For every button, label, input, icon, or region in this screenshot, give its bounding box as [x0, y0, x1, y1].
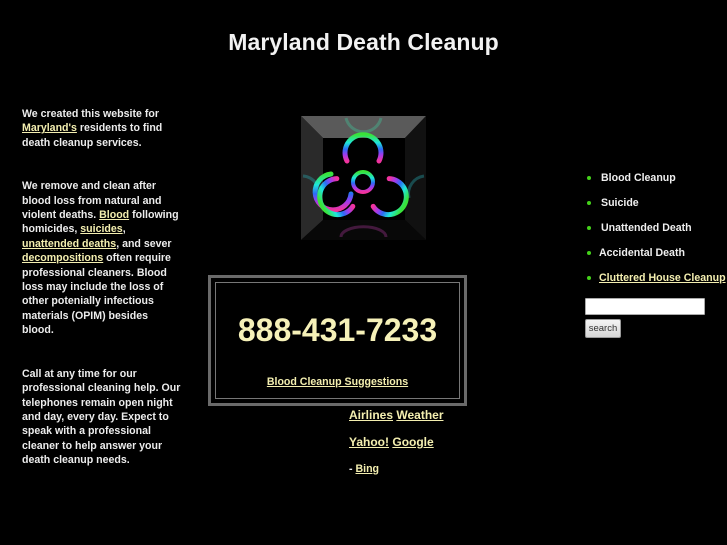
intro-text: ,	[122, 223, 126, 236]
bullet-icon	[587, 275, 591, 280]
external-links-row-2: Yahoo! Google	[349, 435, 444, 450]
bullet-icon	[587, 200, 591, 205]
blood-cleanup-suggestions-link[interactable]: Blood Cleanup Suggestions	[267, 376, 408, 388]
weather-link[interactable]: Weather	[396, 408, 443, 422]
yahoo-link[interactable]: Yahoo!	[349, 435, 389, 449]
intro-text: We created this website for	[22, 108, 159, 120]
blood-link[interactable]: Blood	[99, 209, 129, 221]
page: Maryland Death Cleanup We created this w…	[0, 0, 727, 545]
sidebar-item-link[interactable]: Cluttered House Cleanup	[599, 272, 726, 284]
sidebar-item-label: Accidental Death	[599, 247, 685, 259]
sidebar-item-blood-cleanup[interactable]: Blood Cleanup	[584, 170, 726, 195]
sidebar-item-unattended-death[interactable]: Unattended Death	[584, 220, 726, 245]
phone-box-inner: 888-431-7233 Blood Cleanup Suggestions	[215, 282, 460, 399]
decompositions-link[interactable]: decompositions	[22, 252, 103, 264]
external-links: Airlines Weather Yahoo! Google - Bing	[349, 408, 444, 489]
bullet-icon	[587, 175, 591, 180]
external-links-row-1: Airlines Weather	[349, 408, 444, 423]
suggestions-link-wrapper: Blood Cleanup Suggestions	[216, 376, 459, 388]
intro-text: , and sever	[116, 237, 172, 250]
search-input[interactable]	[585, 298, 705, 315]
bullet-icon	[587, 225, 591, 230]
suicides-link[interactable]: suicides	[80, 223, 122, 235]
intro-paragraph-2: We remove and clean after blood loss fro…	[22, 179, 182, 337]
intro-text: often require professional cleaners. Blo…	[22, 252, 171, 337]
sidebar-item-label: Suicide	[601, 197, 639, 209]
biohazard-image	[301, 116, 426, 240]
sidebar-item-label: Unattended Death	[601, 222, 692, 234]
sidebar-item-cluttered-house-cleanup[interactable]: Cluttered House Cleanup	[584, 270, 726, 295]
phone-box: 888-431-7233 Blood Cleanup Suggestions	[208, 275, 467, 406]
bullet-icon	[587, 250, 591, 255]
airlines-link[interactable]: Airlines	[349, 408, 393, 422]
maryland-link[interactable]: Maryland's	[22, 122, 77, 134]
sidebar-item-suicide[interactable]: Suicide	[584, 195, 726, 220]
external-links-row-3: - Bing	[349, 462, 444, 477]
intro-column: We created this website for Maryland's r…	[22, 107, 182, 497]
sidebar-item-accidental-death[interactable]: Accidental Death	[584, 245, 726, 270]
phone-number: 888-431-7233	[237, 312, 438, 348]
page-title: Maryland Death Cleanup	[228, 29, 499, 55]
biohazard-icon	[301, 116, 426, 240]
intro-paragraph-3: Call at any time for our professional cl…	[22, 367, 181, 467]
sidebar-nav: Blood Cleanup Suicide Unattended Death A…	[584, 170, 726, 295]
bing-link[interactable]: Bing	[355, 463, 379, 475]
sidebar-item-label: Blood Cleanup	[601, 172, 676, 184]
unattended-deaths-link[interactable]: unattended deaths	[22, 238, 116, 250]
search-button[interactable]: search	[585, 319, 621, 338]
intro-paragraph-1: We created this website for Maryland's r…	[22, 107, 182, 150]
google-link[interactable]: Google	[392, 435, 433, 449]
